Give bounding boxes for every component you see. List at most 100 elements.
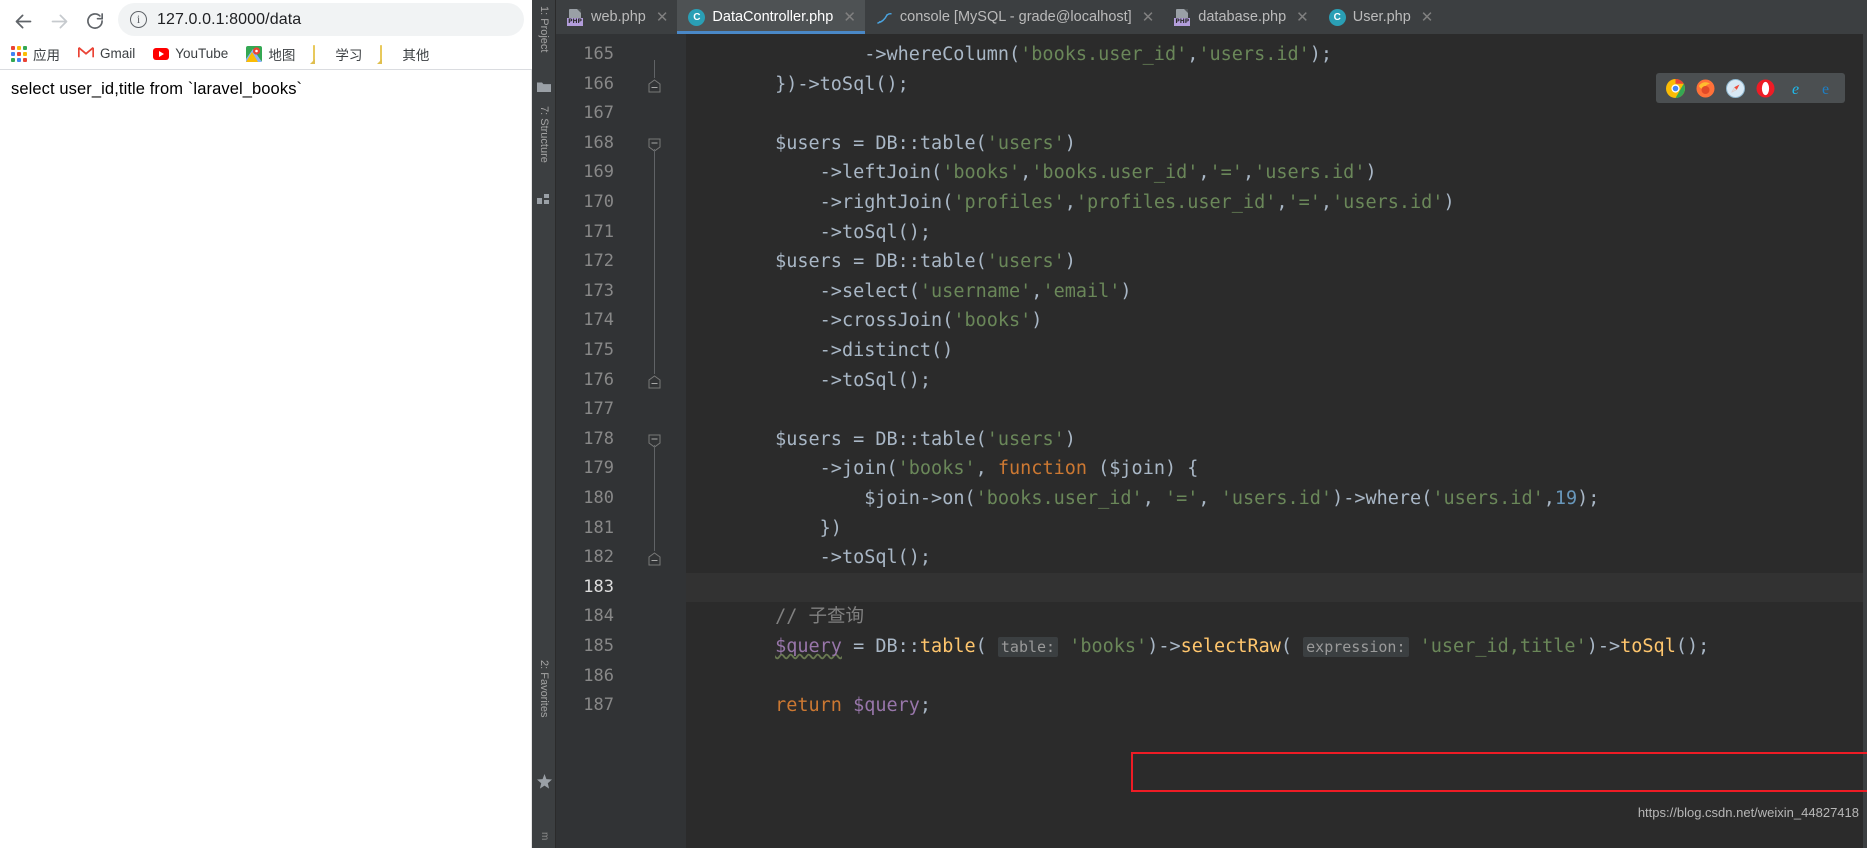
gmail-icon (78, 46, 94, 62)
chrome-icon[interactable] (1666, 78, 1685, 98)
site-info-icon[interactable]: i (130, 11, 147, 28)
code-editor[interactable]: ->whereColumn('books.user_id','users.id'… (686, 34, 1867, 848)
tab-web-php[interactable]: PHP web.php ✕ (556, 0, 677, 34)
tool-tab-label: 1: Project (538, 6, 550, 53)
tab-datacontroller-php[interactable]: C DataController.php ✕ (677, 0, 865, 34)
line-number: 177 (583, 399, 614, 420)
phpstorm-ide-window: 1: Project 7: Structure 2: Favorites m P… (532, 0, 1867, 848)
structure-icon[interactable] (537, 190, 551, 204)
fold-end-icon[interactable] (648, 78, 661, 93)
code-line[interactable]: ->toSql(); (686, 543, 1867, 573)
line-number: 167 (583, 103, 614, 124)
tab-label: console [MySQL - grade@localhost] (899, 9, 1132, 25)
line-number: 178 (583, 428, 614, 449)
code-line[interactable]: ->leftJoin('books','books.user_id','=','… (686, 158, 1867, 188)
fold-end-icon[interactable] (648, 551, 661, 566)
svg-text:e: e (1822, 81, 1829, 98)
bookmark-folder-study[interactable]: 学习 (306, 42, 369, 66)
safari-icon[interactable] (1726, 78, 1745, 98)
code-line[interactable]: ->select('username','email') (686, 277, 1867, 307)
back-icon[interactable] (8, 6, 38, 36)
code-line[interactable]: ->join('books', function ($join) { (686, 454, 1867, 484)
close-icon[interactable]: ✕ (843, 10, 856, 25)
close-icon[interactable]: ✕ (656, 10, 669, 25)
tool-tab-label: 2: Favorites (538, 660, 550, 718)
line-number: 186 (583, 665, 614, 686)
code-line[interactable] (686, 572, 1867, 603)
opera-icon[interactable] (1756, 79, 1775, 98)
bookmark-maps[interactable]: 地图 (239, 42, 302, 66)
sidebar-item-project[interactable]: 1: Project (532, 6, 556, 52)
code-line[interactable]: $users = DB::table('users') (686, 425, 1867, 455)
bookmark-label: Gmail (100, 46, 136, 61)
code-line[interactable]: $users = DB::table('users') (686, 129, 1867, 159)
tab-label: database.php (1198, 9, 1287, 25)
folder-icon (313, 44, 329, 64)
fold-guide-line (654, 60, 655, 78)
page-viewport: select user_id,title from `laravel_books… (0, 70, 532, 848)
code-line[interactable]: ->toSql(); (686, 218, 1867, 248)
code-line[interactable] (686, 662, 1867, 692)
bookmark-folder-other[interactable]: 其他 (373, 42, 436, 66)
sidebar-item-terminal[interactable]: m (532, 832, 556, 843)
line-number: 184 (583, 606, 614, 627)
line-number: 165 (583, 44, 614, 64)
editor-gutter[interactable]: 165 166 167 168 169 170 171 172 173 174 175 176 177 1… (556, 34, 686, 848)
code-line[interactable]: ->rightJoin('profiles','profiles.user_id… (686, 188, 1867, 218)
bookmark-apps[interactable]: 应用 (4, 42, 67, 66)
address-bar[interactable]: i 127.0.0.1:8000/data (118, 3, 524, 36)
sidebar-item-structure[interactable]: 7: Structure (532, 106, 556, 163)
line-number: 179 (583, 458, 614, 479)
firefox-icon[interactable] (1696, 79, 1715, 98)
code-line[interactable]: return $query; (686, 691, 1867, 721)
code-line[interactable]: $query = DB::table( table: 'books')->sel… (686, 632, 1867, 662)
tab-database-php[interactable]: PHP database.php ✕ (1163, 0, 1317, 34)
line-number: 170 (583, 192, 614, 212)
line-number: 169 (583, 162, 614, 183)
code-line[interactable]: $users = DB::table('users') (686, 247, 1867, 277)
line-number: 171 (583, 221, 614, 242)
watermark-text: https://blog.csdn.net/weixin_44827418 (1637, 805, 1859, 820)
bookmark-label: YouTube (175, 46, 229, 61)
code-line[interactable]: ->distinct() (686, 336, 1867, 366)
code-line[interactable]: ->crossJoin('books') (686, 306, 1867, 336)
chrome-browser-window: i 127.0.0.1:8000/data 应用 Gmail YouTube 地… (0, 0, 532, 848)
sidebar-item-favorites[interactable]: 2: Favorites (532, 660, 556, 717)
editor-scrollbar[interactable] (1863, 34, 1867, 848)
line-number: 173 (583, 280, 614, 301)
edge-icon[interactable]: e (1816, 79, 1835, 98)
code-line[interactable]: }) (686, 514, 1867, 544)
reload-icon[interactable] (80, 6, 110, 36)
code-line[interactable]: $join->on('books.user_id', '=', 'users.i… (686, 484, 1867, 514)
tab-label: User.php (1352, 9, 1411, 25)
close-icon[interactable]: ✕ (1421, 10, 1434, 25)
forward-icon[interactable] (44, 6, 74, 36)
mysql-console-icon (876, 9, 893, 26)
tab-label: DataController.php (712, 9, 834, 25)
svg-text:e: e (1792, 81, 1799, 98)
tab-user-php[interactable]: C User.php ✕ (1318, 0, 1443, 34)
folder-icon (380, 44, 396, 64)
bookmark-youtube[interactable]: YouTube (146, 42, 235, 66)
tab-mysql-console[interactable]: console [MySQL - grade@localhost] ✕ (865, 0, 1163, 34)
code-line[interactable]: ->toSql(); (686, 366, 1867, 396)
bookmark-label: 应用 (33, 47, 60, 63)
line-number: 172 (583, 251, 614, 272)
php-file-icon: PHP (567, 8, 584, 26)
code-line[interactable]: ->whereColumn('books.user_id','users.id'… (686, 40, 1867, 70)
star-icon[interactable] (537, 774, 552, 789)
code-line[interactable] (686, 395, 1867, 425)
close-icon[interactable]: ✕ (1142, 10, 1155, 25)
close-icon[interactable]: ✕ (1296, 10, 1309, 25)
internet-explorer-icon[interactable]: e (1786, 79, 1805, 98)
editor-tab-bar: PHP web.php ✕ C DataController.php ✕ con… (556, 0, 1867, 34)
bookmark-gmail[interactable]: Gmail (71, 42, 142, 66)
line-number: 181 (583, 517, 614, 538)
project-folder-icon[interactable] (537, 78, 551, 92)
code-line[interactable]: // 子查询 (686, 602, 1867, 632)
code-line[interactable] (686, 99, 1867, 129)
run-in-browser-popup: e e (1656, 73, 1845, 103)
line-number: 176 (583, 369, 614, 390)
tool-tab-label: 7: Structure (538, 106, 550, 163)
fold-end-icon[interactable] (648, 374, 661, 389)
